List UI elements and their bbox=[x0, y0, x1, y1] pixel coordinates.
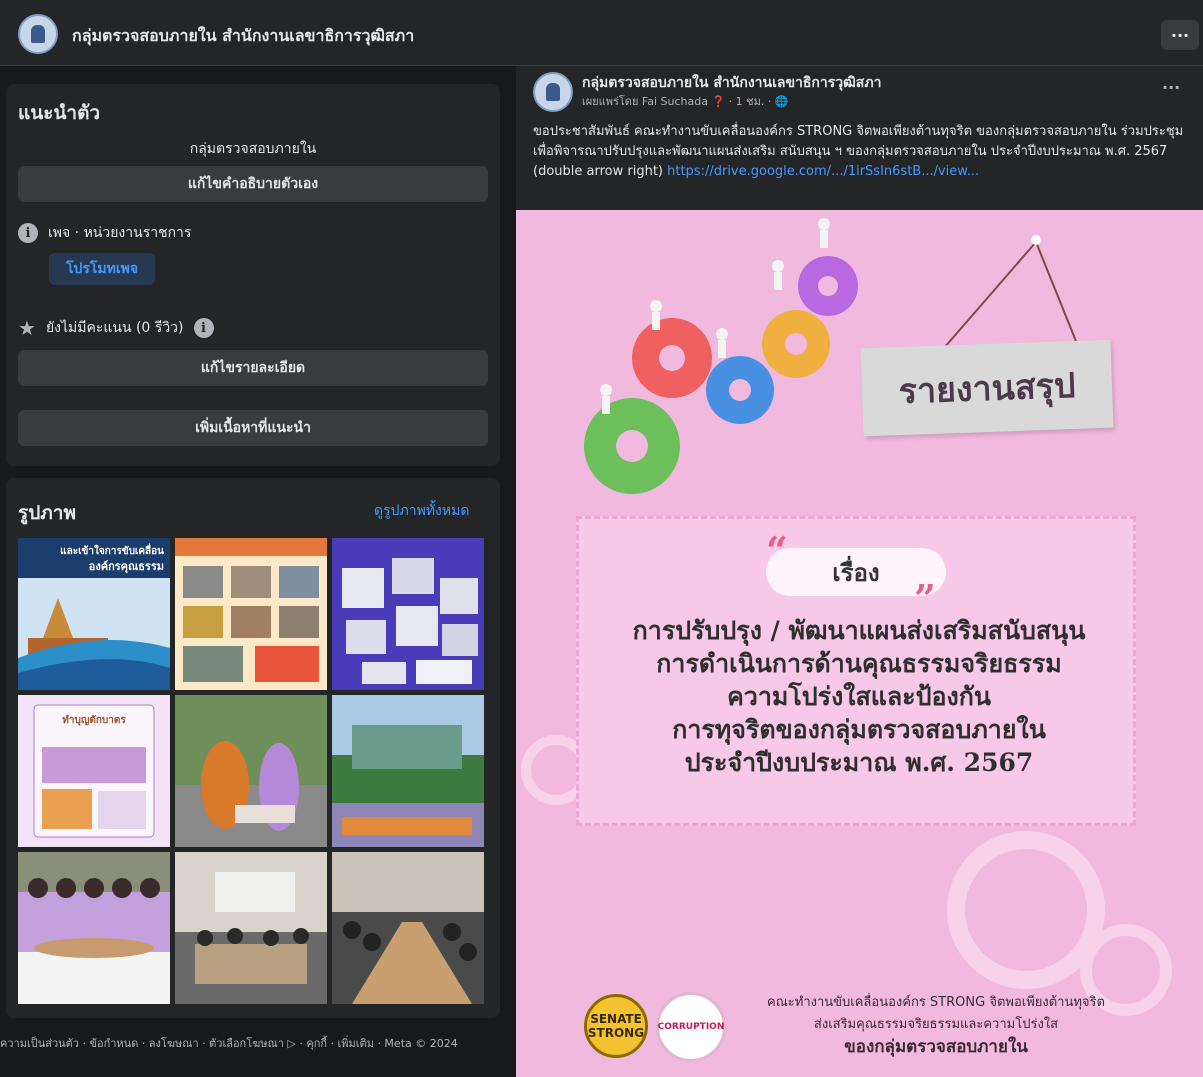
poster-title-card: รายงานสรุป bbox=[860, 339, 1114, 437]
rating-text: ยังไม่มีคะแนน (0 รีวิว) bbox=[45, 320, 184, 336]
photo-meeting-collage bbox=[175, 538, 327, 690]
poster-team: คณะทำงานขับเคลื่อนองค์กร STRONG จิตพอเพี… bbox=[736, 992, 1136, 1058]
photo-tile[interactable]: ทำบุญตักบาตร bbox=[18, 695, 170, 847]
post-meta: เผยแพร่โดย Fai Suchada ❓ · 1 ชม. · 🌐 bbox=[582, 95, 789, 108]
poster-body-line: ความโปร่งใสและป้องกัน bbox=[727, 682, 991, 711]
photo-temple: และเข้าใจการขับเคลื่อน องค์กรคุณธรรม bbox=[18, 538, 170, 690]
photo-merit-making: ทำบุญตักบาตร bbox=[18, 695, 170, 847]
svg-text:และเข้าใจการขับเคลื่อน: และเข้าใจการขับเคลื่อน bbox=[60, 543, 164, 557]
star-icon: ★ bbox=[18, 316, 36, 340]
photo-tile[interactable] bbox=[18, 852, 170, 1004]
photo-grid: และเข้าใจการขับเคลื่อน องค์กรคุณธรรม ทำบ… bbox=[18, 538, 488, 1008]
post-image[interactable]: รายงานสรุป “ เรื่อง ” การปรับปรุง / พัฒน… bbox=[516, 210, 1203, 1077]
photo-meeting-table bbox=[332, 852, 484, 1004]
more-options-button[interactable]: ··· bbox=[1161, 20, 1199, 50]
add-featured-button[interactable]: เพิ่มเนื้อหาที่แนะนำ bbox=[18, 410, 488, 446]
intro-bio: กลุ่มตรวจสอบภายใน bbox=[189, 141, 317, 157]
poster-body-line: การดำเนินการด้านคุณธรรมจริยธรรม bbox=[656, 649, 1062, 678]
post-text: ขอประชาสัมพันธ์ คณะทำงานขับเคลื่อนองค์กร… bbox=[533, 122, 1193, 182]
photo-tile[interactable] bbox=[332, 538, 484, 690]
photo-tile[interactable] bbox=[175, 695, 327, 847]
subject-label: เรื่อง bbox=[832, 558, 880, 587]
category-row: i เพจ · หน่วยงานราชการ bbox=[18, 222, 191, 244]
photo-group bbox=[18, 852, 170, 1004]
page-header: กลุ่มตรวจสอบภายใน สำนักงานเลขาธิการวุฒิส… bbox=[0, 0, 1203, 66]
page-avatar[interactable] bbox=[18, 14, 58, 54]
post-card: กลุ่มตรวจสอบภายใน สำนักงานเลขาธิการวุฒิส… bbox=[516, 66, 1203, 1077]
photo-tile[interactable]: และเข้าใจการขับเคลื่อน องค์กรคุณธรรม bbox=[18, 538, 170, 690]
edit-bio-button[interactable]: แก้ไขคำอธิบายตัวเอง bbox=[18, 166, 488, 202]
svg-text:ทำบุญตักบาตร: ทำบุญตักบาตร bbox=[62, 714, 126, 726]
poster-body-line: การปรับปรุง / พัฒนาแผนส่งเสริมสนับสนุน bbox=[632, 616, 1086, 645]
page-footer: ความเป็นส่วนตัว · ข้อกำหนด · ลงโฆษณา · ต… bbox=[0, 1037, 458, 1050]
photo-activity-collage bbox=[332, 538, 484, 690]
photo-tile[interactable] bbox=[332, 852, 484, 1004]
poster-body: การปรับปรุง / พัฒนาแผนส่งเสริมสนับสนุน ก… bbox=[582, 614, 1136, 779]
photo-ceremony bbox=[332, 695, 484, 847]
page-title[interactable]: กลุ่มตรวจสอบภายใน สำนักงานเลขาธิการวุฒิส… bbox=[72, 24, 414, 49]
edit-details-button[interactable]: แก้ไขรายละเอียด bbox=[18, 350, 488, 386]
quote-close-icon: ” bbox=[914, 576, 936, 621]
rating-row: ★ ยังไม่มีคะแนน (0 รีวิว) i bbox=[18, 316, 214, 340]
post-link[interactable]: https://drive.google.com/.../1irSsIn6stB… bbox=[667, 164, 979, 179]
rating-info-icon[interactable]: i bbox=[193, 318, 214, 338]
post-author-avatar[interactable] bbox=[533, 72, 573, 112]
post-body: ขอประชาสัมพันธ์ คณะทำงานขับเคลื่อนองค์กร… bbox=[533, 124, 1184, 159]
post-more-button[interactable]: ··· bbox=[1162, 78, 1180, 97]
poster-body-line: การทุจริตของกลุ่มตรวจสอบภายใน bbox=[672, 715, 1046, 744]
corruption-logo: CORRUPTION bbox=[656, 992, 726, 1062]
photo-tile[interactable] bbox=[175, 538, 327, 690]
team-line-3: ของกลุ่มตรวจสอบภายใน bbox=[844, 1037, 1028, 1057]
team-line-2: ส่งเสริมคุณธรรมจริยธรรมและความโปร่งใส bbox=[813, 1017, 1059, 1032]
poster-body-line: ประจำปีงบประมาณ พ.ศ. 2567 bbox=[684, 748, 1034, 777]
post-link-prefix: (double arrow right) bbox=[533, 164, 668, 179]
photo-meeting-room bbox=[175, 852, 327, 1004]
senate-strong-logo: SENATE STRONG bbox=[584, 994, 648, 1058]
intro-card: แนะนำตัว กลุ่มตรวจสอบภายใน แก้ไขคำอธิบาย… bbox=[6, 84, 500, 466]
photo-tile[interactable] bbox=[175, 852, 327, 1004]
photo-tile[interactable] bbox=[332, 695, 484, 847]
category-text: เพจ · หน่วยงานราชการ bbox=[48, 225, 192, 241]
post-author-name[interactable]: กลุ่มตรวจสอบภายใน สำนักงานเลขาธิการวุฒิส… bbox=[582, 72, 881, 94]
photos-title: รูปภาพ bbox=[18, 502, 76, 524]
photos-card: รูปภาพ ดูรูปภาพทั้งหมด และเข้าใจการขับเค… bbox=[6, 478, 500, 1018]
see-all-photos-link[interactable]: ดูรูปภาพทั้งหมด bbox=[374, 500, 469, 522]
team-line-1: คณะทำงานขับเคลื่อนองค์กร STRONG จิตพอเพี… bbox=[767, 995, 1105, 1010]
poster-title: รายงานสรุป bbox=[897, 365, 1077, 413]
info-icon: i bbox=[18, 223, 38, 243]
svg-text:องค์กรคุณธรรม: องค์กรคุณธรรม bbox=[89, 560, 164, 574]
intro-title: แนะนำตัว bbox=[18, 102, 101, 124]
gear-icon bbox=[584, 256, 858, 494]
promote-page-button[interactable]: โปรโมทเพจ bbox=[49, 253, 155, 285]
photo-monks bbox=[175, 695, 327, 847]
